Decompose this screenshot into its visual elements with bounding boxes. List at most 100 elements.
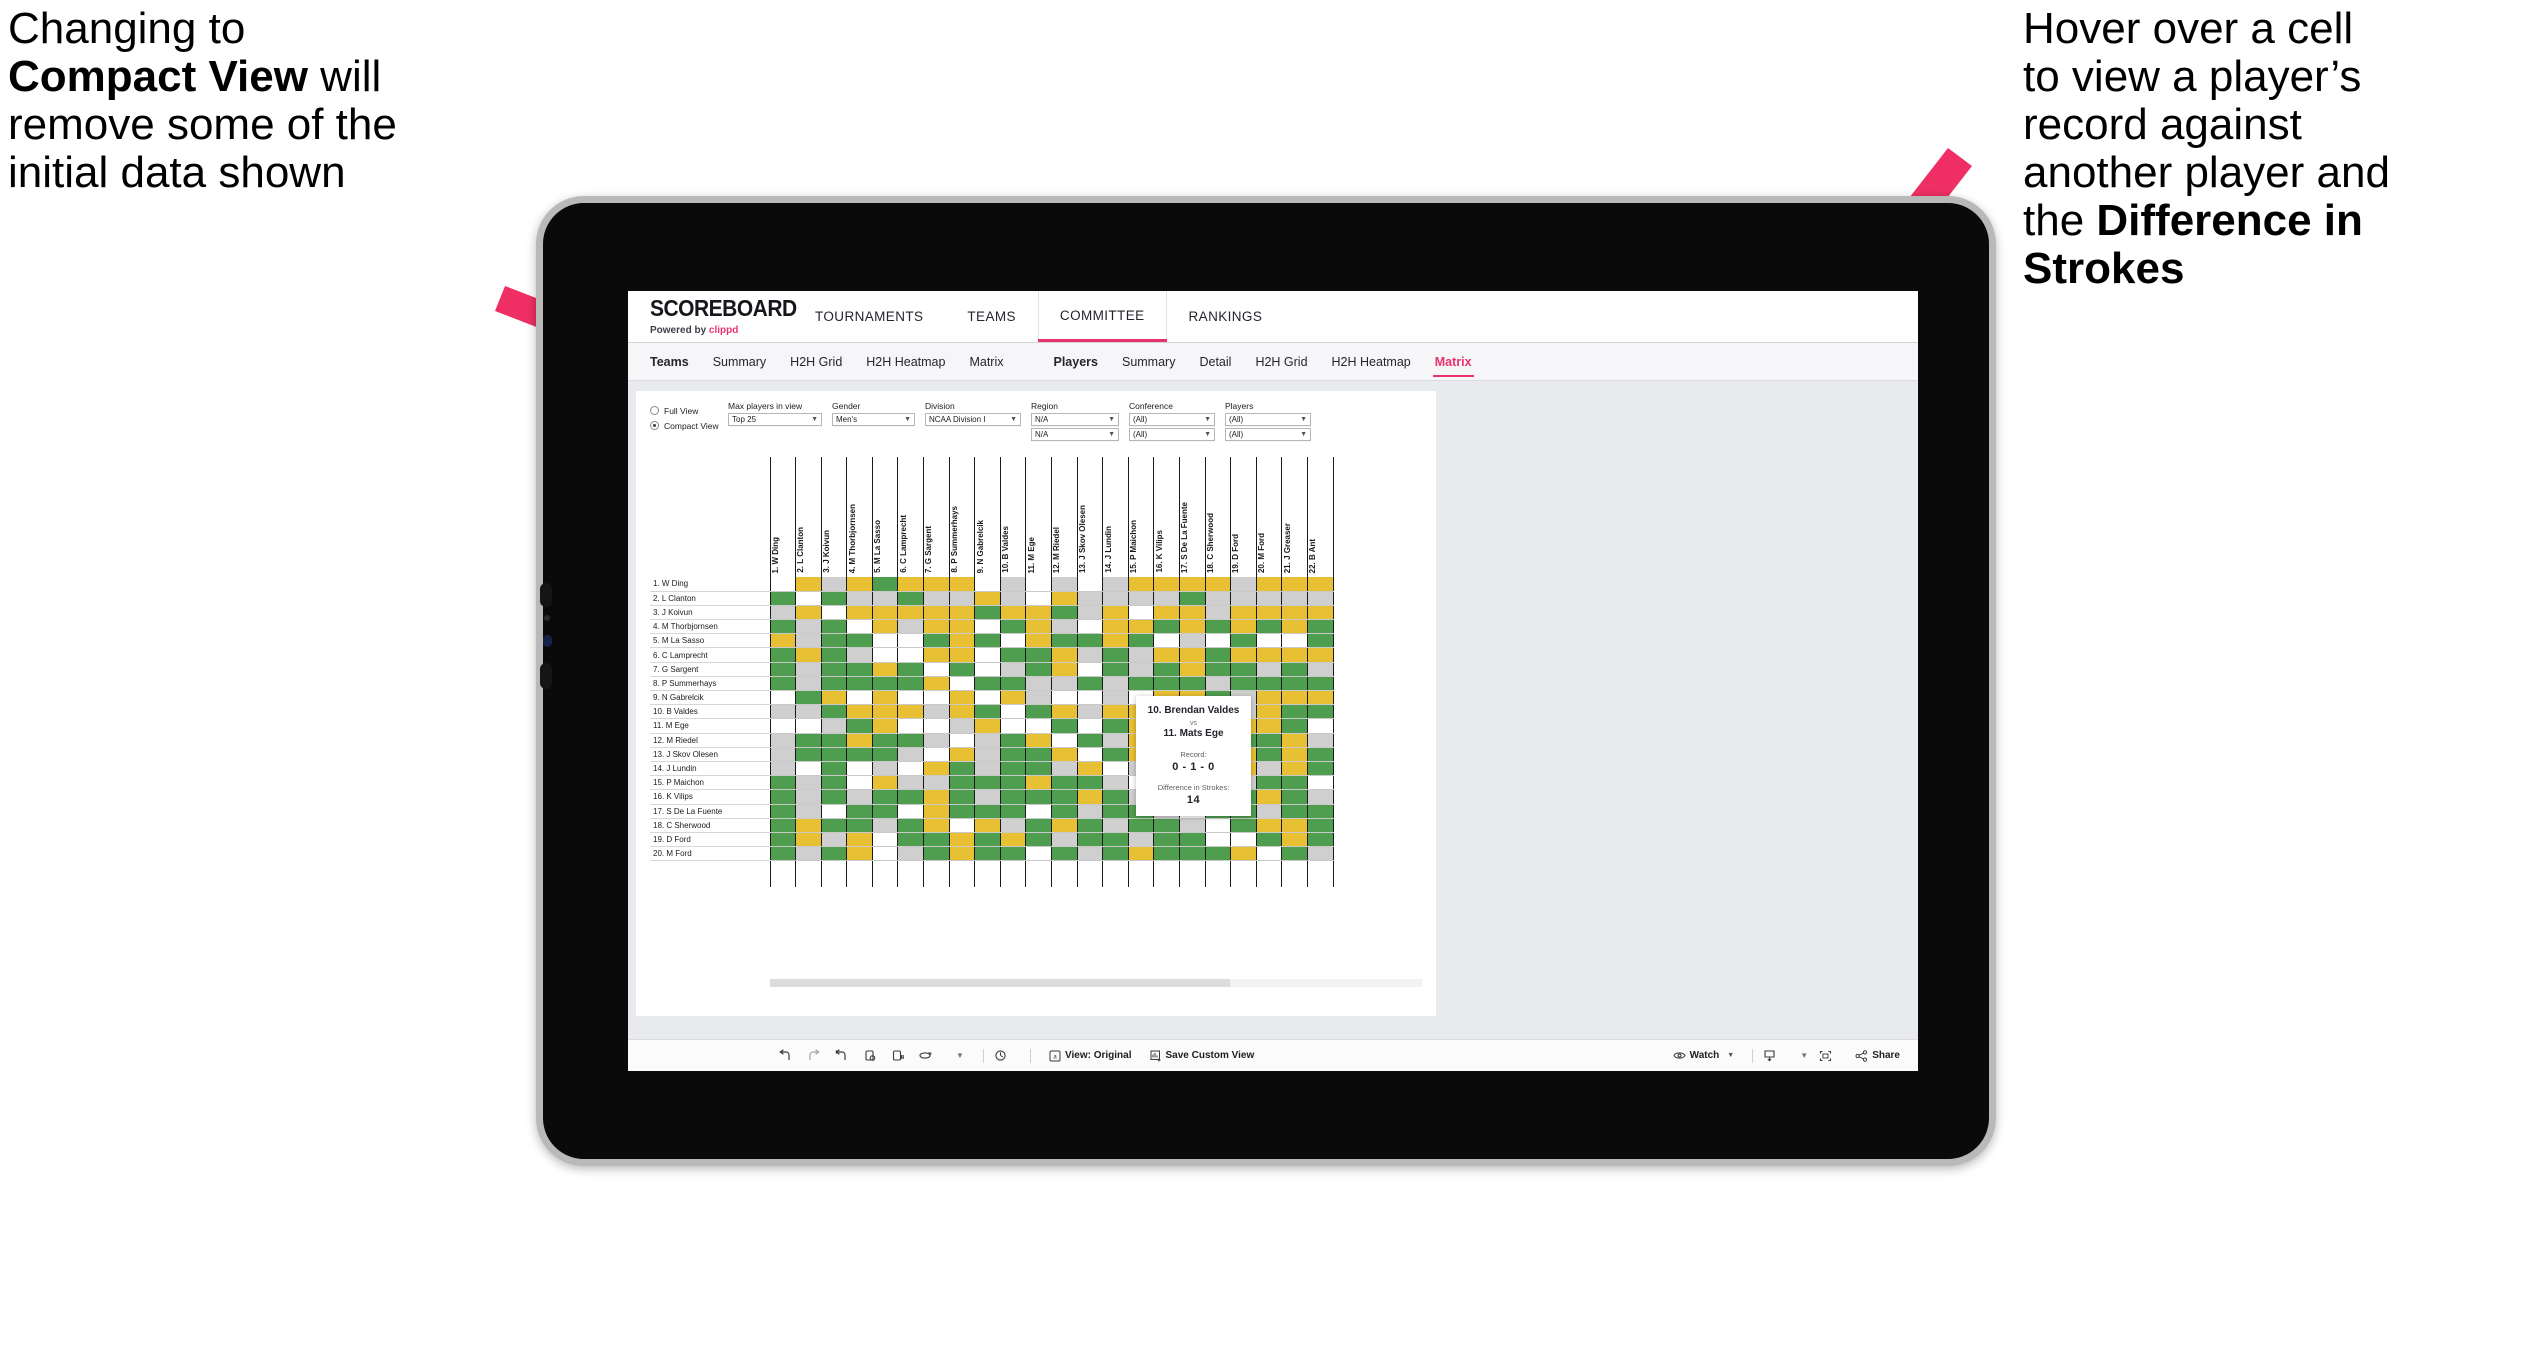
matrix-cell[interactable] [999, 605, 1027, 621]
matrix-cell[interactable] [769, 605, 797, 621]
brand-logo[interactable]: SCOREBOARD Powered by clippd [628, 291, 797, 342]
filter-select-conference-2[interactable]: (All) ▼ [1129, 428, 1215, 441]
matrix-cell[interactable] [769, 733, 797, 748]
redo-icon[interactable] [806, 1048, 834, 1063]
sub-nav-teams-summary[interactable]: Summary [701, 343, 778, 381]
matrix-cell[interactable] [923, 818, 950, 833]
save-custom-view-button[interactable]: Save Custom View [1141, 1050, 1264, 1062]
matrix-cell[interactable] [846, 789, 873, 805]
matrix-cell[interactable] [846, 633, 873, 649]
matrix-cell[interactable] [769, 676, 797, 692]
matrix-cell[interactable] [974, 704, 1001, 720]
matrix-cell[interactable] [1230, 818, 1257, 833]
matrix-cell[interactable] [846, 619, 873, 635]
matrix-cell[interactable] [871, 789, 899, 805]
matrix-cell[interactable] [948, 577, 976, 592]
matrix-column-header[interactable]: 6. C Lamprecht [897, 457, 925, 577]
matrix-cell[interactable] [897, 733, 925, 748]
matrix-cell[interactable] [1179, 662, 1206, 677]
matrix-row-header[interactable]: 11. M Ege [650, 718, 770, 734]
matrix-cell[interactable] [948, 789, 976, 805]
matrix-cell[interactable] [846, 775, 873, 791]
filter-select-region-2[interactable]: N/A ▼ [1031, 428, 1119, 441]
matrix-cell[interactable] [871, 804, 899, 819]
matrix-cell[interactable] [820, 804, 848, 819]
matrix-cell[interactable] [1127, 591, 1155, 606]
matrix-cell[interactable] [948, 704, 976, 720]
radio-full-view-control[interactable] [650, 406, 659, 415]
matrix-cell[interactable] [1255, 733, 1283, 748]
matrix-cell[interactable] [1306, 832, 1334, 848]
matrix-cell[interactable] [923, 704, 950, 720]
sub-nav-players-h2h-grid[interactable]: H2H Grid [1243, 343, 1319, 381]
matrix-cell[interactable] [795, 704, 822, 720]
matrix-cell[interactable] [769, 619, 797, 635]
matrix-cell[interactable] [1102, 789, 1129, 805]
matrix-cell[interactable] [1127, 619, 1155, 635]
matrix-row-header[interactable]: 15. P Maichon [650, 775, 770, 791]
matrix-cell[interactable] [1025, 733, 1053, 748]
matrix-cell[interactable] [1025, 718, 1053, 734]
matrix-row-header[interactable]: 9. N Gabrelcik [650, 690, 770, 706]
matrix-cell[interactable] [871, 761, 899, 777]
matrix-cell[interactable] [1076, 846, 1104, 862]
matrix-cell[interactable] [871, 591, 899, 606]
matrix-cell[interactable] [1102, 818, 1129, 833]
matrix-cell[interactable] [1025, 591, 1053, 606]
matrix-cell[interactable] [999, 775, 1027, 791]
matrix-cell[interactable] [1127, 605, 1155, 621]
sub-nav-teams-matrix[interactable]: Matrix [957, 343, 1015, 381]
tablet-button-bottom[interactable] [540, 663, 552, 689]
matrix-column-header[interactable]: 19. D Ford [1230, 457, 1257, 577]
sub-nav-players-summary[interactable]: Summary [1110, 343, 1187, 381]
matrix-cell[interactable] [1179, 647, 1206, 663]
matrix-cell[interactable] [1051, 619, 1078, 635]
matrix-cell[interactable] [897, 690, 925, 706]
matrix-cell[interactable] [999, 818, 1027, 833]
matrix-cell[interactable] [1102, 690, 1129, 706]
matrix-cell[interactable] [1025, 846, 1053, 862]
matrix-cell[interactable] [1255, 704, 1283, 720]
matrix-cell[interactable] [974, 804, 1001, 819]
matrix-cell[interactable] [897, 747, 925, 762]
matrix-row-header[interactable]: 1. W Ding [650, 577, 770, 592]
matrix-cell[interactable] [820, 733, 848, 748]
matrix-column-header[interactable]: 10. B Valdes [999, 457, 1027, 577]
matrix-cell[interactable] [948, 591, 976, 606]
matrix-cell[interactable] [1204, 676, 1232, 692]
matrix-row-header[interactable]: 2. L Clanton [650, 591, 770, 606]
matrix-cell[interactable] [846, 804, 873, 819]
matrix-cell[interactable] [871, 619, 899, 635]
matrix-cell[interactable] [820, 662, 848, 677]
matrix-row-header[interactable]: 14. J Lundin [650, 761, 770, 777]
matrix-cell[interactable] [948, 605, 976, 621]
matrix-cell[interactable] [871, 605, 899, 621]
matrix-column-header[interactable]: 18. C Sherwood [1204, 457, 1232, 577]
matrix-cell[interactable] [1255, 761, 1283, 777]
matrix-cell[interactable] [897, 647, 925, 663]
matrix-cell[interactable] [1051, 633, 1078, 649]
matrix-cell[interactable] [1306, 747, 1334, 762]
matrix-cell[interactable] [1153, 647, 1180, 663]
matrix-cell[interactable] [999, 591, 1027, 606]
matrix-cell[interactable] [897, 591, 925, 606]
matrix-column-header[interactable]: 8. P Summerhays [948, 457, 976, 577]
top-nav-item-teams[interactable]: TEAMS [945, 291, 1038, 342]
matrix-cell[interactable] [1281, 633, 1308, 649]
matrix-cell[interactable] [1281, 804, 1308, 819]
refresh-data-icon[interactable] [862, 1049, 890, 1063]
matrix-cell[interactable] [1153, 662, 1180, 677]
matrix-cell[interactable] [1306, 718, 1334, 734]
matrix-cell[interactable] [1051, 804, 1078, 819]
matrix-row-header[interactable]: 4. M Thorbjornsen [650, 619, 770, 635]
matrix-column-header[interactable]: 2. L Clanton [795, 457, 822, 577]
matrix-cell[interactable] [1179, 676, 1206, 692]
matrix-cell[interactable] [1281, 832, 1308, 848]
matrix-cell[interactable] [1051, 676, 1078, 692]
matrix-cell[interactable] [999, 633, 1027, 649]
matrix-cell[interactable] [1076, 775, 1104, 791]
matrix-cell[interactable] [948, 775, 976, 791]
matrix-cell[interactable] [897, 704, 925, 720]
matrix-column-header[interactable]: 16. K Vilips [1153, 457, 1180, 577]
matrix-row-header[interactable]: 6. C Lamprecht [650, 647, 770, 663]
